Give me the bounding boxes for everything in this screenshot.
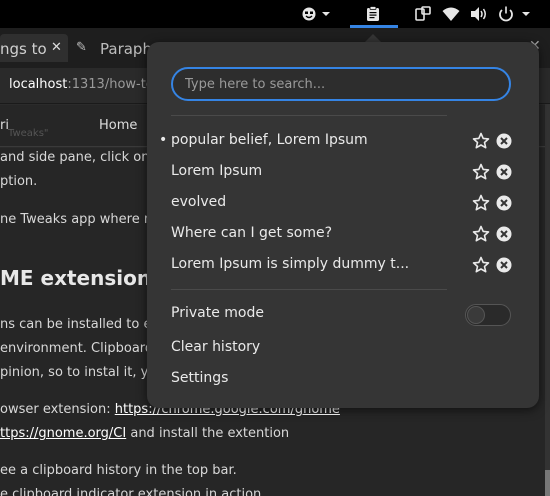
page-text: e clipboard indicator extension in actio… [0, 487, 262, 496]
tab-close-icon[interactable]: ✕ [51, 40, 62, 55]
page-text: ne Tweaks app where m [0, 212, 157, 227]
history-item-label: evolved [171, 194, 227, 210]
url-host: localhost [9, 77, 68, 92]
page-text-suffix: and install the extention [126, 426, 290, 441]
page-text: ttps://gnome.org/CI and install the exte… [0, 426, 289, 441]
emoji-face-icon [302, 7, 330, 21]
power-menu-button[interactable] [496, 4, 536, 24]
top-bar [0, 0, 550, 28]
star-icon[interactable] [472, 163, 490, 181]
scrollbar[interactable] [545, 104, 550, 496]
page-text: pinion, so to instal it, yo [0, 365, 157, 380]
pen-icon: ✎ [76, 40, 87, 55]
clipboard-popup: • popular belief, Lorem Ipsum Lorem Ipsu… [147, 42, 539, 408]
star-icon[interactable] [472, 132, 490, 150]
history-item-label: Lorem Ipsum is simply dummy t... [171, 256, 410, 272]
remove-icon[interactable] [495, 194, 513, 212]
clear-history-button[interactable]: Clear history [171, 339, 260, 355]
private-mode-toggle[interactable] [465, 304, 511, 326]
settings-button[interactable]: Settings [171, 370, 228, 386]
divider [171, 289, 447, 290]
volume-button[interactable] [468, 4, 490, 24]
scrollbar-thumb[interactable] [545, 470, 550, 496]
history-item-label: popular belief, Lorem Ipsum [171, 132, 368, 148]
remove-icon[interactable] [495, 256, 513, 274]
tab-label: ngs to [0, 40, 47, 58]
page-text: ns can be installed to ex [0, 317, 159, 332]
star-icon[interactable] [472, 225, 490, 243]
divider [171, 115, 447, 116]
url-text[interactable]: localhost:1313/how-to [9, 77, 154, 92]
tab-label[interactable]: Paraph [100, 40, 152, 58]
search-input[interactable] [171, 67, 511, 101]
screen-share-button[interactable] [412, 4, 434, 24]
history-item[interactable]: Where can I get some? [147, 219, 539, 249]
page-text: ee a clipboard history in the top bar. [0, 463, 237, 478]
url-path: :1313/how-to [67, 77, 154, 92]
screen-share-icon [415, 6, 431, 21]
remove-icon[interactable] [495, 225, 513, 243]
private-mode-label[interactable]: Private mode [171, 305, 264, 321]
page-heading: ME extensions [0, 266, 163, 290]
toggle-knob [467, 306, 485, 324]
power-icon [499, 6, 530, 22]
wifi-button[interactable] [440, 4, 462, 24]
history-item[interactable]: Lorem Ipsum [147, 157, 539, 187]
page-text: ption. [0, 174, 38, 189]
page-text: environment. Clipboard [0, 341, 154, 356]
nav-home-link[interactable]: Home [99, 118, 137, 133]
clipboard-indicator-icon [367, 6, 379, 21]
history-item[interactable]: evolved [147, 188, 539, 218]
star-icon[interactable] [472, 194, 490, 212]
page-link[interactable]: ttps://gnome.org/CI [0, 426, 126, 441]
faded-text: Tweaks" [8, 128, 49, 139]
volume-icon [471, 7, 486, 21]
clipboard-indicator-button[interactable] [362, 4, 384, 24]
star-icon[interactable] [472, 256, 490, 274]
current-item-bullet: • [159, 132, 168, 148]
history-item[interactable]: Lorem Ipsum is simply dummy t... [147, 250, 539, 280]
remove-icon[interactable] [495, 132, 513, 150]
wifi-icon [442, 7, 460, 21]
history-item-label: Where can I get some? [171, 225, 332, 241]
remove-icon[interactable] [495, 163, 513, 181]
page-text: and side pane, click on [0, 150, 150, 165]
emoji-menu-button[interactable] [300, 4, 334, 24]
page-text-prefix: owser extension: [0, 402, 115, 417]
history-item[interactable]: • popular belief, Lorem Ipsum [147, 126, 539, 156]
history-item-label: Lorem Ipsum [171, 163, 263, 179]
